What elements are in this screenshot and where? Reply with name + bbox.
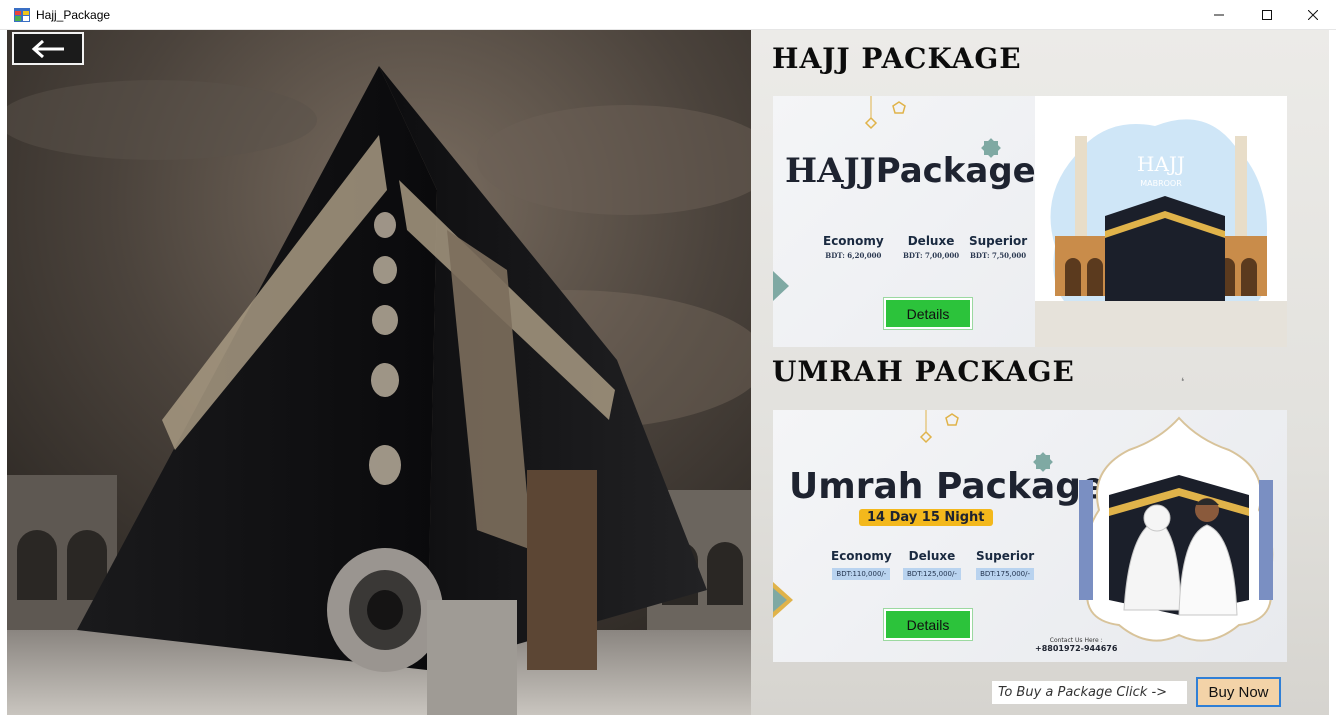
hajj-banner-word2: Package <box>875 151 1036 191</box>
tier-name: Superior <box>969 234 1028 248</box>
back-button[interactable] <box>12 32 84 65</box>
arrow-left-icon <box>31 39 64 58</box>
tier-price: BDT:175,000/- <box>976 568 1034 580</box>
hajj-banner-heading: HAJJPackage <box>785 151 1036 191</box>
umrah-banner-heading: Umrah Package <box>789 466 1106 507</box>
badge-title: HAJJ <box>1137 152 1185 176</box>
tier-name: Deluxe <box>908 549 956 563</box>
lantern-decoration-icon <box>919 410 959 444</box>
tier-price: BDT:125,000/- <box>903 568 961 580</box>
umrah-tier-deluxe: Deluxe BDT:125,000/- <box>903 549 961 581</box>
app-icon <box>14 8 30 22</box>
window-title: Hajj_Package <box>36 8 111 22</box>
badge-subtitle: MABROOR <box>1140 179 1182 188</box>
hajj-details-button[interactable]: Details <box>883 297 973 330</box>
umrah-section-title: UMRAH PACKAGE <box>772 355 1075 388</box>
minimize-button[interactable] <box>1196 0 1242 30</box>
hajj-tier-deluxe: Deluxe BDT: 7,00,000 <box>903 234 959 260</box>
buy-hint-label: To Buy a Package Click -> <box>992 681 1187 704</box>
hajj-mabroor-illustration: HAJJ MABROOR <box>1035 96 1287 347</box>
minimize-icon <box>1214 14 1224 16</box>
umrah-tier-superior: Superior BDT:175,000/- <box>976 549 1034 581</box>
hajj-section-title: HAJJ PACKAGE <box>772 42 1022 75</box>
window-title-bar[interactable]: Hajj_Package <box>0 0 1336 30</box>
umrah-package-card: Umrah Package 14 Day 15 Night Economy BD… <box>773 410 1287 662</box>
small-mark-icon: ❛ <box>1181 377 1185 388</box>
umrah-details-button[interactable]: Details <box>883 608 973 641</box>
lantern-decoration-icon <box>864 96 906 130</box>
maximize-button[interactable] <box>1244 0 1290 30</box>
tier-name: Economy <box>823 234 884 248</box>
duration-badge: 14 Day 15 Night <box>859 509 993 526</box>
umrah-pilgrims-illustration <box>1079 416 1274 642</box>
maximize-icon <box>1262 10 1272 20</box>
hajj-banner-word1: HAJJ <box>785 151 876 191</box>
tier-price: BDT:110,000/- <box>832 568 891 580</box>
umrah-tier-economy: Economy BDT:110,000/- <box>831 549 892 581</box>
tier-price: BDT: 7,50,000 <box>970 251 1027 260</box>
hajj-package-card: HAJJPackage Economy BDT: 6,20,000 Deluxe… <box>773 96 1287 347</box>
kaaba-photo <box>7 30 751 715</box>
tier-name: Superior <box>976 549 1035 563</box>
tier-name: Deluxe <box>907 234 955 248</box>
side-ornament-icon <box>773 582 793 618</box>
tier-name: Economy <box>831 549 892 563</box>
close-icon <box>1308 10 1318 20</box>
side-ornament-icon <box>773 271 789 301</box>
tier-price: BDT: 7,00,000 <box>903 251 960 260</box>
hajj-tier-superior: Superior BDT: 7,50,000 <box>969 234 1027 260</box>
close-button[interactable] <box>1290 0 1336 30</box>
client-area: HAJJ PACKAGE HAJJPackage Economy BDT: 6,… <box>7 30 1329 715</box>
tier-price: BDT: 6,20,000 <box>825 251 882 260</box>
buy-now-button[interactable]: Buy Now <box>1196 677 1281 707</box>
hajj-tier-economy: Economy BDT: 6,20,000 <box>823 234 884 260</box>
